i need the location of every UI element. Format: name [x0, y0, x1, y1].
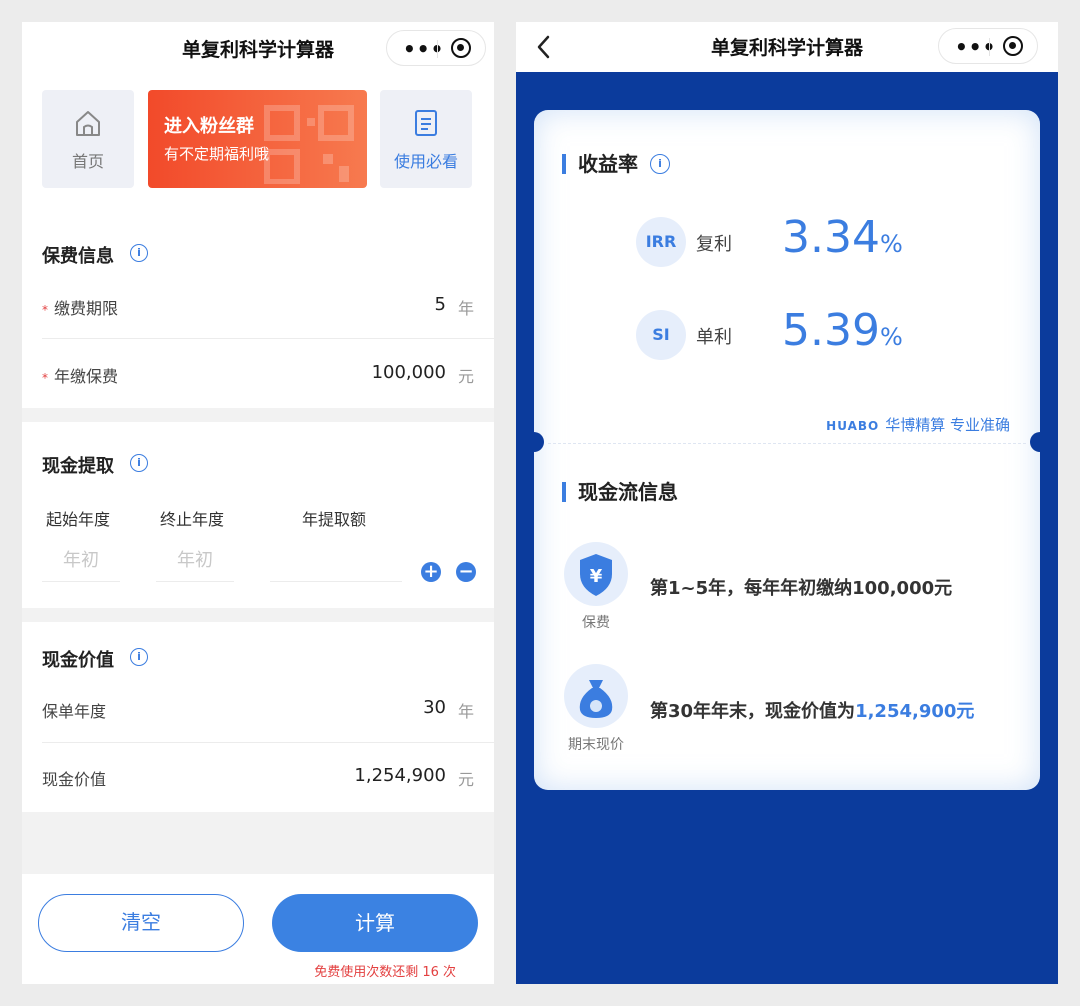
- cash-value-section-title: 现金价值: [42, 650, 114, 671]
- mini-program-capsule: •••: [938, 28, 1038, 64]
- end-value-flow-text: 第30年年末，现金价值为1,254,900元: [650, 701, 975, 722]
- withdrawal-card: 现金提取 i 起始年度 终止年度 年提取额 年初 年初 + −: [22, 422, 494, 608]
- info-icon[interactable]: i: [130, 454, 148, 472]
- start-year-header: 起始年度: [46, 510, 111, 529]
- cash-value-card: 现金价值 i 保单年度 30 年 现金价值 1,254,900 元: [22, 622, 494, 812]
- close-target-icon[interactable]: [451, 38, 471, 58]
- guide-tile[interactable]: 使用必看: [380, 90, 472, 188]
- action-bar: 清空 计算 免费使用次数还剩 16 次: [22, 874, 494, 984]
- capsule-divider: [437, 40, 438, 58]
- row-divider: [42, 742, 494, 743]
- required-mark: *: [42, 303, 48, 317]
- annual-premium-unit: 元: [457, 367, 474, 386]
- end-year-input[interactable]: 年初: [156, 542, 234, 582]
- home-tile[interactable]: 首页: [42, 90, 134, 188]
- irr-badge: IRR: [636, 217, 686, 267]
- si-label: 单利: [696, 327, 732, 348]
- home-icon: [76, 111, 100, 136]
- end-year-header: 终止年度: [160, 510, 225, 529]
- result-card: 收益率 i IRR 复利 3.34% SI 单利 5.39% HUABO 华博精算…: [534, 110, 1040, 790]
- add-row-icon[interactable]: +: [421, 562, 441, 582]
- required-mark: *: [42, 371, 48, 385]
- huabo-logo: HUABO: [826, 419, 880, 433]
- banner-subtitle: 有不定期福利哦: [164, 145, 270, 163]
- annual-premium-value[interactable]: 100,000: [372, 362, 446, 383]
- calculator-input-screen: 单复利科学计算器 ••• 首页 进入粉丝群 有不定期福利哦 使用必看 保费信息 …: [22, 22, 494, 984]
- info-icon[interactable]: i: [130, 244, 148, 262]
- withdrawal-section-title: 现金提取: [42, 456, 114, 477]
- payment-term-unit: 年: [457, 299, 474, 318]
- home-label: 首页: [71, 152, 104, 171]
- brand-footer: HUABO 华博精算 专业准确: [826, 416, 1010, 434]
- info-icon[interactable]: i: [650, 154, 670, 174]
- end-value-bag-icon: [564, 664, 628, 728]
- qr-code-icon: [264, 105, 354, 184]
- close-target-icon[interactable]: [1003, 36, 1023, 56]
- payment-term-label: * 缴费期限: [42, 299, 119, 318]
- cash-value-value[interactable]: 1,254,900: [354, 765, 446, 786]
- premium-card: 首页 进入粉丝群 有不定期福利哦 使用必看 保费信息 i * 缴费期限 5 年 …: [22, 74, 494, 408]
- more-icon[interactable]: •••: [403, 37, 444, 61]
- ticket-notch-left: [534, 432, 544, 452]
- mini-program-capsule: •••: [386, 30, 486, 66]
- nav-bar: 单复利科学计算器 •••: [516, 22, 1058, 72]
- document-icon: [415, 110, 437, 136]
- premium-caption: 保费: [582, 615, 610, 631]
- calculator-result-screen: 单复利科学计算器 ••• 收益率 i IRR 复利 3.34% SI 单利 5.…: [516, 22, 1058, 984]
- yield-section-title: 收益率: [562, 154, 638, 174]
- end-value-highlight: 1,254,900元: [855, 701, 975, 722]
- capsule-divider: [989, 38, 990, 56]
- irr-value: 3.34%: [782, 212, 903, 263]
- annual-premium-label: * 年缴保费: [42, 367, 119, 386]
- policy-year-value[interactable]: 30: [423, 697, 446, 718]
- ticket-notch-right: [1030, 432, 1040, 452]
- cash-value-unit: 元: [457, 770, 474, 789]
- dashed-divider: [548, 443, 1026, 444]
- si-value: 5.39%: [782, 305, 903, 356]
- policy-year-label: 保单年度: [42, 702, 107, 721]
- svg-text:¥: ¥: [590, 566, 603, 587]
- yen-shield-icon: ¥: [580, 554, 612, 596]
- cashflow-section-title: 现金流信息: [562, 482, 678, 502]
- end-value-caption: 期末现价: [568, 737, 624, 753]
- more-icon[interactable]: •••: [955, 35, 996, 59]
- cash-value-label: 现金价值: [42, 770, 107, 789]
- nav-bar: 单复利科学计算器 •••: [22, 22, 494, 74]
- si-badge: SI: [636, 310, 686, 360]
- annual-withdrawal-input[interactable]: [270, 542, 402, 582]
- clear-button[interactable]: 清空: [38, 894, 244, 952]
- money-bag-icon: [579, 680, 613, 718]
- banner-title: 进入粉丝群: [164, 116, 254, 137]
- start-year-input[interactable]: 年初: [42, 542, 120, 582]
- payment-term-value[interactable]: 5: [435, 294, 446, 315]
- annual-withdrawal-header: 年提取额: [302, 510, 367, 529]
- premium-section-title: 保费信息: [42, 246, 114, 267]
- fan-group-banner[interactable]: 进入粉丝群 有不定期福利哦: [148, 90, 367, 188]
- premium-shield-icon: ¥: [564, 542, 628, 606]
- row-divider: [42, 338, 494, 339]
- policy-year-unit: 年: [457, 702, 474, 721]
- calculate-button[interactable]: 计算: [272, 894, 478, 952]
- info-icon[interactable]: i: [130, 648, 148, 666]
- guide-label: 使用必看: [393, 152, 458, 171]
- irr-label: 复利: [696, 234, 732, 255]
- remove-row-icon[interactable]: −: [456, 562, 476, 582]
- premium-flow-text: 第1~5年，每年年初缴纳100,000元: [650, 578, 953, 599]
- remaining-uses-text: 免费使用次数还剩 16 次: [314, 965, 456, 980]
